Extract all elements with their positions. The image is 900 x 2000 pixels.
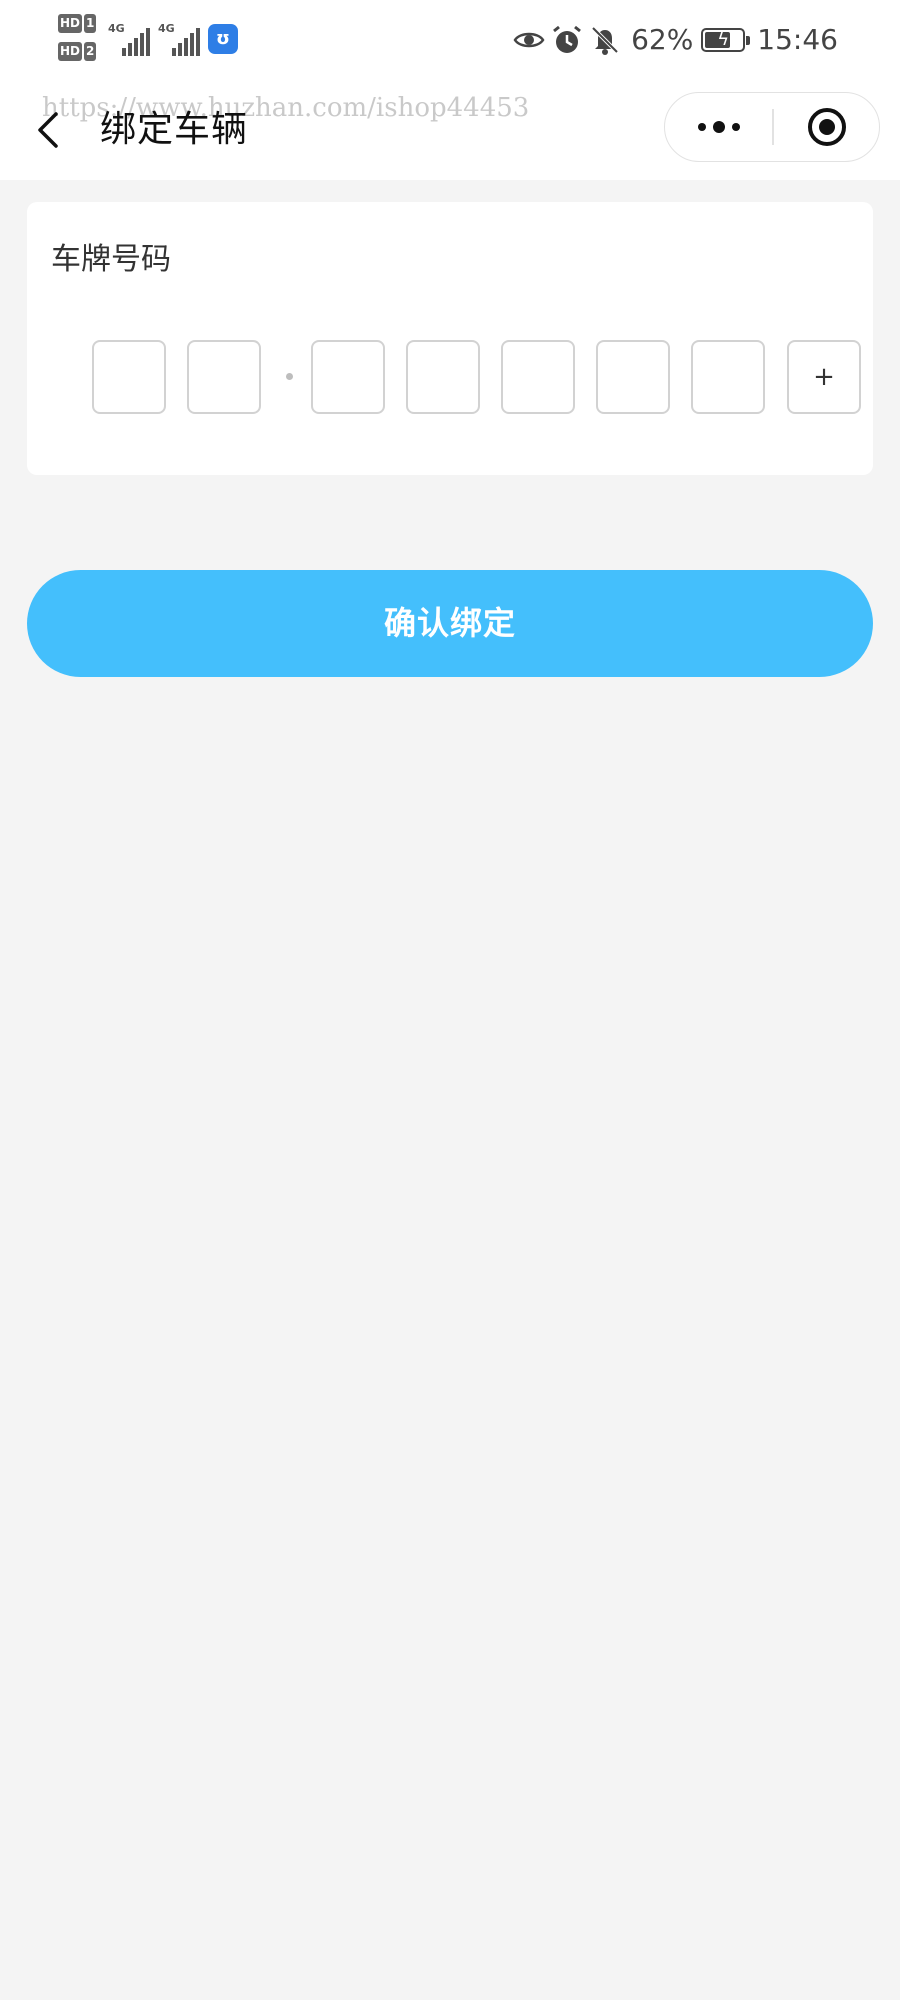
network1-label: 4G xyxy=(108,22,125,35)
app-notification-icon: ʊ xyxy=(208,24,238,54)
plate-input-row: + xyxy=(65,340,861,416)
plate-box-6[interactable] xyxy=(596,340,670,414)
confirm-bind-button[interactable]: 确认绑定 xyxy=(27,570,873,677)
bind-vehicle-page: HD 1 HD 2 4G 4G ʊ 62% ϟ 15:46 https://ww… xyxy=(0,0,900,2000)
battery-charging-icon: ϟ xyxy=(701,28,751,52)
alarm-icon xyxy=(553,25,581,53)
eye-icon xyxy=(513,32,545,48)
plate-label: 车牌号码 xyxy=(51,242,171,277)
sim2-label: HD xyxy=(58,42,83,61)
plate-box-7[interactable] xyxy=(691,340,765,414)
sim1-label: HD xyxy=(58,14,83,33)
signal-2-icon: 4G xyxy=(158,22,208,58)
sim1-number: 1 xyxy=(84,14,97,33)
battery-percent: 62% xyxy=(631,23,694,56)
status-bar: HD 1 HD 2 4G 4G ʊ 62% ϟ 15:46 xyxy=(0,0,900,80)
close-button[interactable] xyxy=(774,93,879,160)
clock: 15:46 xyxy=(757,23,838,56)
signal-1-icon: 4G xyxy=(108,22,158,58)
target-circle-icon xyxy=(807,107,846,146)
chevron-left-icon xyxy=(38,112,58,148)
mini-program-capsule xyxy=(664,92,880,162)
plate-card: 车牌号码 + xyxy=(27,202,873,475)
plate-box-5[interactable] xyxy=(501,340,575,414)
plate-separator-dot xyxy=(286,373,293,380)
sim1-badge: HD 1 xyxy=(58,14,97,33)
page-title: 绑定车辆 xyxy=(100,109,249,150)
nav-bar: https://www.huzhan.com/ishop44453 绑定车辆 xyxy=(0,80,900,180)
back-button[interactable] xyxy=(28,100,78,160)
more-button[interactable] xyxy=(665,93,772,160)
plate-box-3[interactable] xyxy=(311,340,385,414)
network2-label: 4G xyxy=(158,22,175,35)
more-dots-icon xyxy=(697,120,740,133)
plate-box-2[interactable] xyxy=(187,340,261,414)
plate-box-1[interactable] xyxy=(92,340,166,414)
sim2-badge: HD 2 xyxy=(58,42,97,61)
plate-box-new-energy[interactable]: + xyxy=(787,340,861,414)
status-right: 62% ϟ 15:46 xyxy=(513,18,838,62)
sim2-number: 2 xyxy=(84,42,97,61)
plate-box-4[interactable] xyxy=(406,340,480,414)
bell-muted-icon xyxy=(591,26,619,55)
